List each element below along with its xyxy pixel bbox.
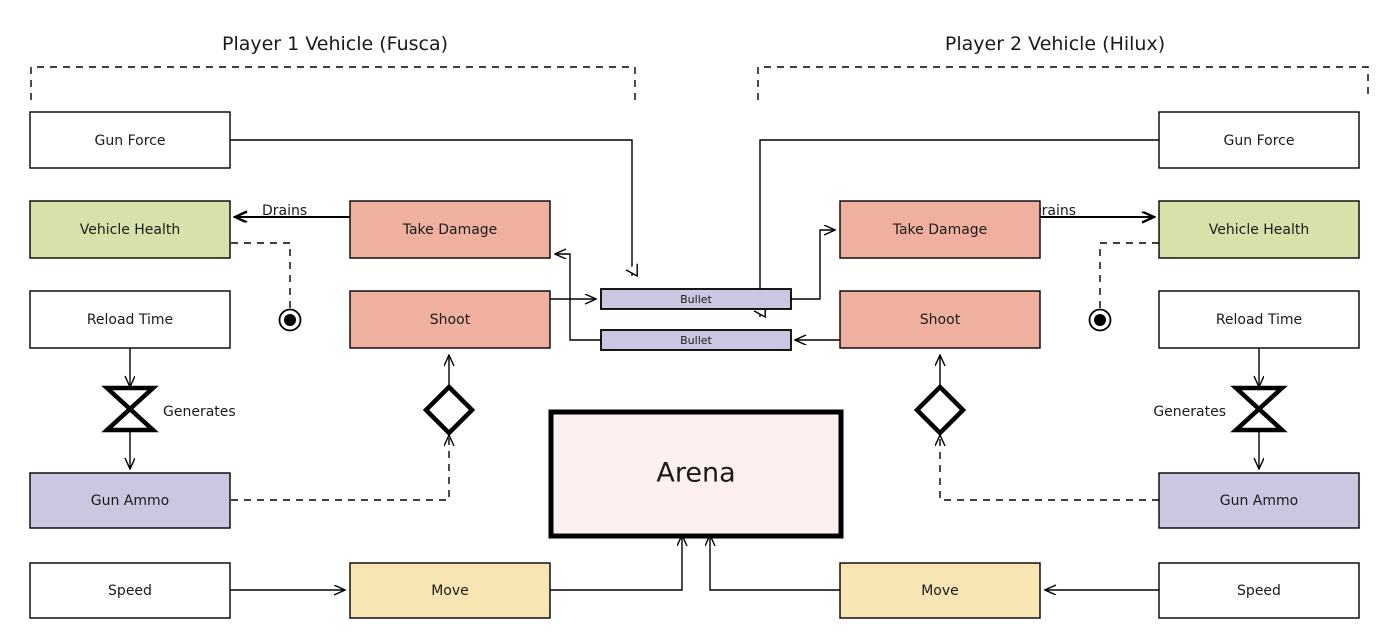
edge-right-ammo-to-gate [940,436,1159,501]
node-left-take-damage[interactable]: Take Damage [349,200,551,259]
node-label: Take Damage [402,222,498,238]
edge-right-move-to-arena [710,536,840,591]
arena-label: Arena [656,458,735,489]
node-right-move[interactable]: Move [839,562,1041,619]
diagram-canvas: Player 1 Vehicle (Fusca) Player 2 Vehicl… [0,0,1400,640]
node-label: Gun Ammo [91,493,169,509]
node-label: Speed [1237,583,1281,599]
node-label: Shoot [920,312,961,328]
diagram-svg: Player 1 Vehicle (Fusca) Player 2 Vehicl… [29,33,1369,619]
player1-title: Player 1 Vehicle (Fusca) [222,33,448,55]
gate-diamond-icon [913,383,967,437]
node-label: Reload Time [87,312,173,328]
node-left-reload-time[interactable]: Reload Time [29,290,231,349]
edge-left-ammo-to-gate [231,436,449,501]
converter-bowtie-icon [101,385,159,433]
edge-label-generates-left: Generates [163,404,236,420]
edge-right-health-to-endcondition [1099,242,1159,308]
gate-diamond-icon [422,383,476,437]
node-label: Shoot [430,312,471,328]
node-left-gun-force[interactable]: Gun Force [29,111,231,169]
edge-left-bullet2-to-takedamage [556,254,601,341]
node-right-speed[interactable]: Speed [1158,562,1360,619]
node-label: Vehicle Health [80,222,181,238]
edge-left-move-to-arena [550,536,682,591]
node-label: Bullet [680,293,712,306]
player2-container-border [757,66,1369,100]
node-label: Take Damage [892,222,988,238]
node-left-gun-ammo[interactable]: Gun Ammo [29,472,231,529]
node-label: Bullet [680,334,712,347]
node-left-vehicle-health[interactable]: Vehicle Health [29,200,231,259]
node-right-reload-time[interactable]: Reload Time [1158,290,1360,349]
player2-title: Player 2 Vehicle (Hilux) [945,33,1165,55]
node-right-gun-ammo[interactable]: Gun Ammo [1158,472,1360,529]
node-bullet-left[interactable]: Bullet [600,288,792,310]
node-right-vehicle-health[interactable]: Vehicle Health [1158,200,1360,259]
player1-container-border [30,66,636,100]
node-label: Gun Force [95,133,166,149]
node-label: Move [921,583,959,599]
converter-bowtie-icon [1230,385,1288,433]
end-condition-circle-icon [278,308,302,332]
node-label: Gun Ammo [1220,493,1298,509]
node-label: Move [431,583,469,599]
edge-label-generates-right: Generates [1153,404,1226,420]
node-label: Reload Time [1216,312,1302,328]
node-bullet-right[interactable]: Bullet [600,329,792,351]
node-arena[interactable]: Arena [548,409,844,539]
node-right-gun-force[interactable]: Gun Force [1158,111,1360,169]
node-left-shoot[interactable]: Shoot [349,290,551,349]
node-left-speed[interactable]: Speed [29,562,231,619]
node-right-take-damage[interactable]: Take Damage [839,200,1041,259]
end-condition-circle-icon [1088,308,1112,332]
edge-left-health-to-endcondition [231,242,291,308]
edge-right-bullet1-to-takedamage [791,230,834,300]
node-label: Gun Force [1224,133,1295,149]
node-left-move[interactable]: Move [349,562,551,619]
node-right-shoot[interactable]: Shoot [839,290,1041,349]
edge-label-drains-left: Drains [262,203,307,219]
node-label: Vehicle Health [1209,222,1310,238]
node-label: Speed [108,583,152,599]
